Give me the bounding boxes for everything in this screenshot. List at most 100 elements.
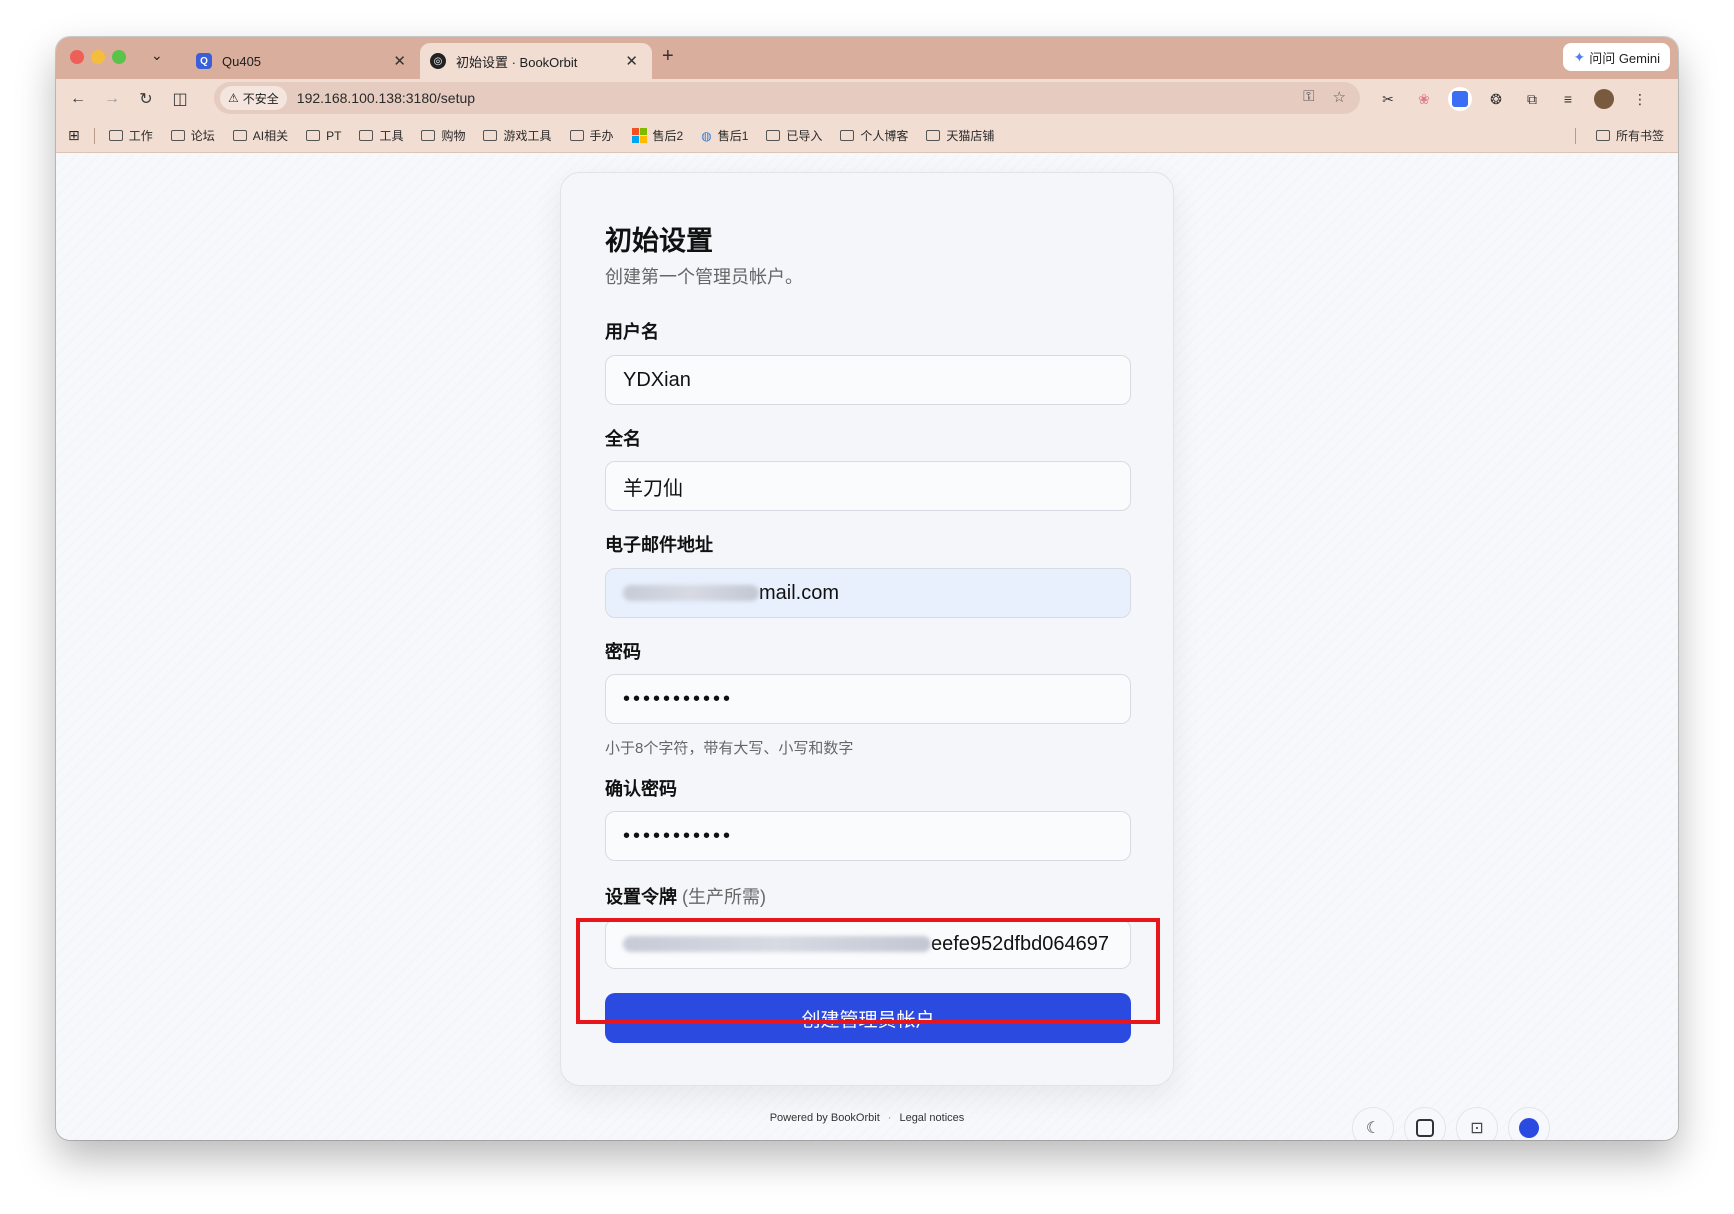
warning-triangle-icon: ⚠: [228, 91, 239, 105]
page-content: 初始设置 创建第一个管理员帐户。 用户名 YDXian 全名 羊刀仙 电子邮件地…: [56, 154, 1678, 1140]
folder-icon: [766, 130, 781, 141]
username-input[interactable]: YDXian: [605, 355, 1131, 405]
bookmark-separator: [1574, 127, 1576, 144]
annotation-highlight-box: [576, 918, 1160, 1024]
browser-toolbar: ← → ↻ ◫ ⚠ 不安全 192.168.100.138:3180/setup…: [56, 79, 1678, 119]
setup-token-label-suffix: (生产所需): [682, 887, 767, 907]
bookmark-label: 天猫店铺: [946, 129, 995, 143]
color-dot-icon: [1519, 1118, 1539, 1138]
legal-notices-link[interactable]: Legal notices: [899, 1112, 964, 1124]
bookmark-folder[interactable]: 工作: [108, 127, 153, 144]
qu405-favicon-icon: Q: [196, 53, 212, 69]
password-label: 密码: [605, 642, 641, 662]
tab-search-chevron-icon[interactable]: ⌄: [151, 47, 163, 64]
forward-arrow-icon[interactable]: →: [100, 87, 124, 111]
bookmark-folder[interactable]: 游戏工具: [483, 127, 552, 144]
password-input[interactable]: •••••••••••: [605, 674, 1131, 724]
apps-grid-icon[interactable]: ⊞: [68, 127, 80, 144]
email-visible-part: mail.com: [759, 581, 840, 604]
profile-avatar[interactable]: [1592, 87, 1616, 111]
bookmark-label: 售后2: [652, 129, 684, 143]
bookmark-separator: [93, 127, 95, 144]
extension-pink-icon[interactable]: ❀: [1412, 87, 1436, 111]
new-tab-button[interactable]: +: [662, 45, 674, 68]
extension-blue-icon[interactable]: [1448, 87, 1472, 111]
setup-token-label: 设置令牌 (生产所需): [605, 883, 766, 909]
gemini-sparkle-icon: ✦: [1573, 48, 1586, 65]
address-bar[interactable]: ⚠ 不安全 192.168.100.138:3180/setup ⚿ ☆: [214, 82, 1360, 114]
bookmark-label: AI相关: [252, 129, 289, 143]
tab-label: 初始设置 · BookOrbit: [456, 54, 578, 70]
extension-scissors-icon[interactable]: ✂: [1376, 87, 1400, 111]
bookmark-label: 售后1: [717, 129, 749, 143]
tab-strip: ⌄ Q Qu405 ✕ ◎ 初始设置 · BookOrbit ✕ + ✦ 问问 …: [56, 37, 1678, 79]
setup-token-label-text: 设置令牌: [605, 887, 677, 907]
ask-gemini-button[interactable]: ✦ 问问 Gemini: [1563, 43, 1670, 71]
all-bookmarks-folder[interactable]: 所有书签: [1574, 127, 1664, 144]
folder-icon: [359, 130, 374, 141]
bookmark-label: 已导入: [786, 129, 823, 143]
extension-openai-icon[interactable]: ❂: [1484, 87, 1508, 111]
back-arrow-icon[interactable]: ←: [66, 87, 90, 111]
bookmark-star-icon[interactable]: ☆: [1333, 88, 1346, 106]
menu-kebab-icon[interactable]: ⋮: [1628, 87, 1652, 111]
page-title: 初始设置: [605, 226, 713, 256]
bookmark-label: PT: [326, 128, 342, 143]
bookmark-folder[interactable]: AI相关: [232, 127, 289, 144]
bookmark-label: 所有书签: [1615, 129, 1664, 143]
globe-icon: ◍: [701, 128, 712, 143]
folder-icon: [926, 130, 941, 141]
footer-separator: ·: [887, 1112, 892, 1124]
bookmark-folder[interactable]: 个人博客: [840, 127, 908, 144]
gemini-label: 问问 Gemini: [1589, 50, 1660, 66]
bookmark-label: 购物: [441, 129, 466, 143]
bookmark-folder[interactable]: 工具: [359, 127, 403, 144]
bookmark-folder[interactable]: 论坛: [170, 127, 215, 144]
reading-list-icon[interactable]: ≡: [1556, 87, 1580, 111]
bookmark-label: 游戏工具: [503, 129, 552, 143]
username-label: 用户名: [605, 322, 659, 342]
tab-bookorbit-setup[interactable]: ◎ 初始设置 · BookOrbit ✕: [420, 43, 652, 79]
microsoft-logo-icon: [631, 128, 647, 143]
folder-icon: [170, 130, 185, 141]
confirm-password-label: 确认密码: [605, 779, 677, 799]
browser-window: ⌄ Q Qu405 ✕ ◎ 初始设置 · BookOrbit ✕ + ✦ 问问 …: [56, 37, 1678, 1140]
bookmarks-bar: ⊞ 工作 论坛 AI相关 PT 工具 购物 游戏工具 手办 售后2 ◍ 售后1 …: [56, 119, 1678, 153]
bookmark-label: 工具: [379, 129, 404, 143]
folder-icon: [840, 130, 855, 141]
password-key-icon[interactable]: ⚿: [1303, 88, 1314, 106]
page-subtitle: 创建第一个管理员帐户。: [605, 267, 803, 287]
bookmark-link[interactable]: ◍ 售后1: [701, 127, 748, 144]
bookmark-folder[interactable]: PT: [306, 129, 341, 143]
folder-icon: [306, 130, 321, 141]
confirm-password-input[interactable]: •••••••••••: [605, 811, 1131, 861]
extensions-puzzle-icon[interactable]: ⧉: [1520, 87, 1544, 111]
bookmark-label: 个人博客: [860, 129, 909, 143]
bookorbit-favicon-icon: ◎: [430, 53, 446, 69]
folder-icon: [483, 130, 498, 141]
password-hint: 小于8个字符，带有大写、小写和数字: [605, 740, 854, 757]
folder-icon: [1595, 130, 1610, 141]
bookmark-label: 论坛: [190, 129, 215, 143]
bookmark-folder[interactable]: 手办: [569, 127, 614, 144]
bookmark-folder[interactable]: 购物: [421, 127, 465, 144]
minimize-window-button[interactable]: [91, 50, 105, 64]
bookmark-folder[interactable]: 已导入: [766, 127, 822, 144]
powered-by-text: Powered by BookOrbit: [769, 1112, 880, 1124]
bookmark-folder[interactable]: 天猫店铺: [926, 127, 994, 144]
split-view-icon[interactable]: ◫: [168, 87, 192, 111]
fullname-input[interactable]: 羊刀仙: [605, 461, 1131, 511]
url-text[interactable]: 192.168.100.138:3180/setup: [297, 90, 475, 106]
folder-icon: [108, 130, 123, 141]
square-icon: [1416, 1119, 1434, 1137]
close-window-button[interactable]: [70, 50, 84, 64]
close-tab-icon[interactable]: ✕: [393, 52, 406, 70]
insecure-label: 不安全: [242, 91, 279, 106]
site-info-chip[interactable]: ⚠ 不安全: [220, 86, 287, 110]
close-tab-icon[interactable]: ✕: [625, 52, 638, 70]
bookmark-link[interactable]: 售后2: [631, 127, 684, 144]
email-input[interactable]: mail.com: [605, 568, 1131, 618]
bookmark-label: 工作: [128, 129, 153, 143]
maximize-window-button[interactable]: [112, 50, 126, 64]
reload-icon[interactable]: ↻: [134, 87, 158, 111]
